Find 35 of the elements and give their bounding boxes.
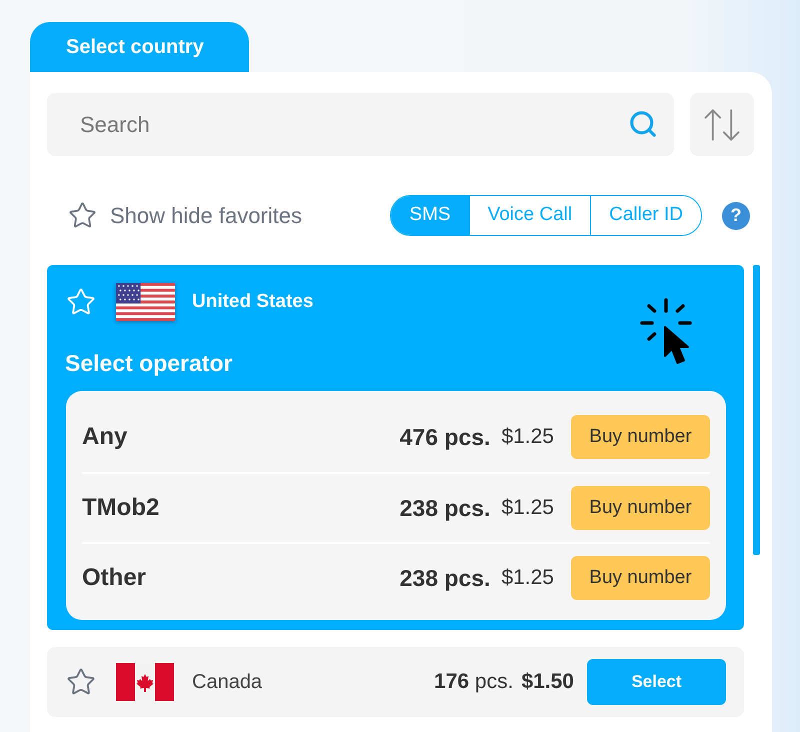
- sort-button[interactable]: [690, 93, 754, 156]
- select-button[interactable]: Select: [587, 659, 726, 705]
- star-icon[interactable]: [66, 287, 96, 317]
- country-card[interactable]: United States Select operator Any 476 pcs. $1.25 Buy number TMob2 238 pcs. $1.25 Buy number Other 238 pcs. $1.25 Buy number: [47, 265, 744, 630]
- service-tab[interactable]: Caller ID: [590, 196, 701, 235]
- price: $1.50: [521, 669, 574, 696]
- operator-name: Any: [82, 422, 128, 452]
- price: $1.25: [501, 565, 554, 592]
- buy-number-button[interactable]: Buy number: [571, 415, 710, 459]
- buy-number-button[interactable]: Buy number: [571, 486, 710, 530]
- search-icon[interactable]: [628, 109, 658, 139]
- scrollbar[interactable]: [753, 265, 760, 555]
- star-icon[interactable]: [66, 667, 96, 697]
- select-country-tab[interactable]: Select country: [30, 22, 249, 72]
- stock-count: 476 pcs.: [400, 422, 490, 452]
- help-button[interactable]: ?: [722, 202, 750, 230]
- service-tab[interactable]: SMS: [391, 196, 469, 235]
- favorites-toggle[interactable]: Show hide favorites: [68, 199, 302, 232]
- stock-count: 238 pcs.: [400, 494, 490, 523]
- operator-name: Other: [82, 563, 146, 593]
- us-flag-icon: [116, 283, 175, 321]
- country-name: United States: [192, 290, 314, 314]
- buy-number-button[interactable]: Buy number: [571, 556, 710, 600]
- canada-flag-icon: [116, 663, 174, 701]
- price: $1.25: [501, 424, 554, 450]
- cursor-click-icon: [640, 298, 692, 366]
- stock-count: 176 pcs.: [434, 669, 514, 696]
- country-row[interactable]: Canada 176 pcs. $1.50 Select: [47, 647, 744, 717]
- operator-heading: Select operator: [65, 350, 232, 376]
- price: $1.25: [501, 495, 554, 522]
- stock-count: 238 pcs.: [400, 564, 490, 593]
- search-field[interactable]: Search: [47, 93, 674, 156]
- star-icon: [68, 201, 97, 230]
- operator-name: TMob2: [82, 493, 160, 523]
- country-name: Canada: [192, 670, 262, 695]
